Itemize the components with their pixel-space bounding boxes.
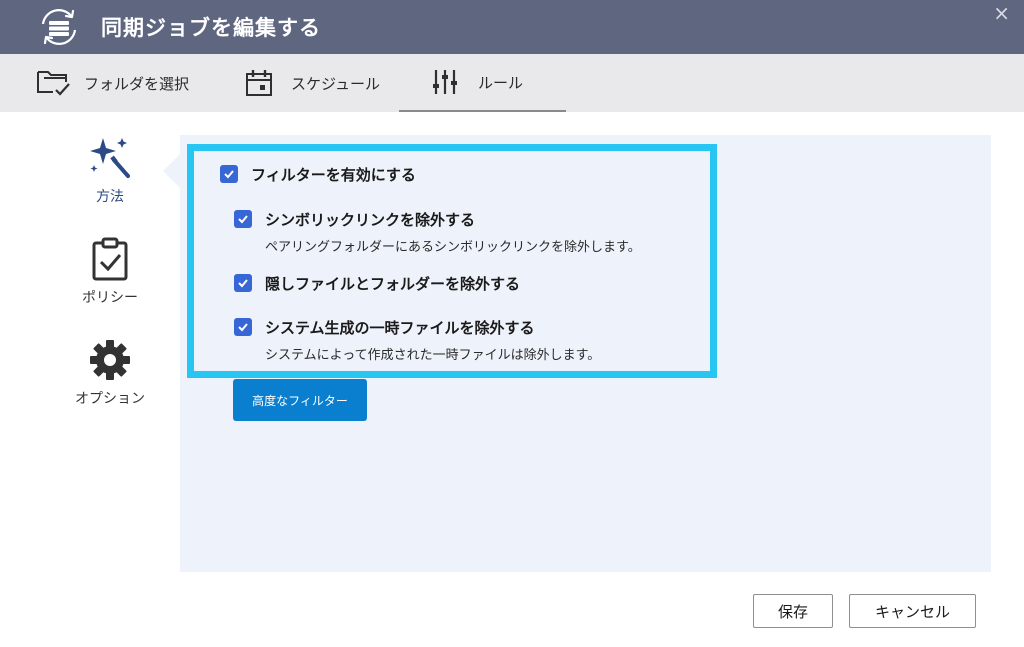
tab-select-folder-label: フォルダを選択 [84, 74, 190, 93]
sidenav-label-policy: ポリシー [82, 290, 138, 306]
sidenav-item-method[interactable]: 方法 [62, 136, 158, 206]
tab-rules[interactable]: ルール [399, 54, 566, 112]
sidenav-label-options: オプション [75, 391, 145, 407]
enable-filter-checkbox[interactable] [220, 165, 238, 183]
exclude-hidden-checkbox[interactable] [234, 274, 252, 292]
gear-icon [90, 340, 130, 380]
exclude-temp-label: システム生成の一時ファイルを除外する [265, 319, 535, 337]
save-button[interactable]: 保存 [753, 594, 833, 628]
exclude-temp-checkbox[interactable] [234, 318, 252, 336]
title-bar: 同期ジョブを編集する × [0, 0, 1024, 54]
tab-bar: フォルダを選択 スケジュール ルール [0, 54, 1024, 112]
sliders-icon [433, 70, 457, 94]
exclude-symlinks-description: ペアリングフォルダーにあるシンボリックリンクを除外します。 [265, 240, 641, 255]
calendar-icon [246, 70, 272, 96]
sidenav-item-options[interactable]: オプション [62, 338, 158, 408]
side-navigation: 方法 ポリシー オプション [62, 112, 162, 452]
tab-schedule[interactable]: スケジュール [245, 54, 380, 112]
advanced-filter-button[interactable]: 高度なフィルター [233, 379, 367, 421]
clipboard-check-icon [92, 237, 128, 281]
exclude-hidden-label: 隠しファイルとフォルダーを除外する [265, 275, 521, 293]
magic-wand-icon [90, 138, 130, 178]
exclude-temp-description: システムによって作成された一時ファイルは除外します。 [265, 348, 601, 363]
folder-sync-icon [37, 71, 70, 96]
close-button[interactable]: × [993, 2, 1010, 24]
checkmark-icon [238, 323, 248, 332]
sync-job-icon [41, 9, 77, 45]
enable-filter-label: フィルターを有効にする [251, 166, 416, 184]
exclude-symlinks-checkbox[interactable] [234, 210, 252, 228]
panel-pointer [163, 153, 181, 189]
checkmark-icon [224, 170, 234, 179]
sidenav-label-method: 方法 [96, 189, 124, 205]
tab-schedule-label: スケジュール [291, 74, 380, 93]
window-title: 同期ジョブを編集する [101, 16, 321, 40]
tab-rules-label: ルール [478, 73, 524, 92]
cancel-button[interactable]: キャンセル [849, 594, 976, 628]
tab-select-folder[interactable]: フォルダを選択 [36, 54, 189, 112]
exclude-symlinks-label: シンボリックリンクを除外する [265, 211, 476, 229]
checkmark-icon [238, 215, 248, 224]
sidenav-item-policy[interactable]: ポリシー [62, 237, 158, 307]
checkmark-icon [238, 279, 248, 288]
